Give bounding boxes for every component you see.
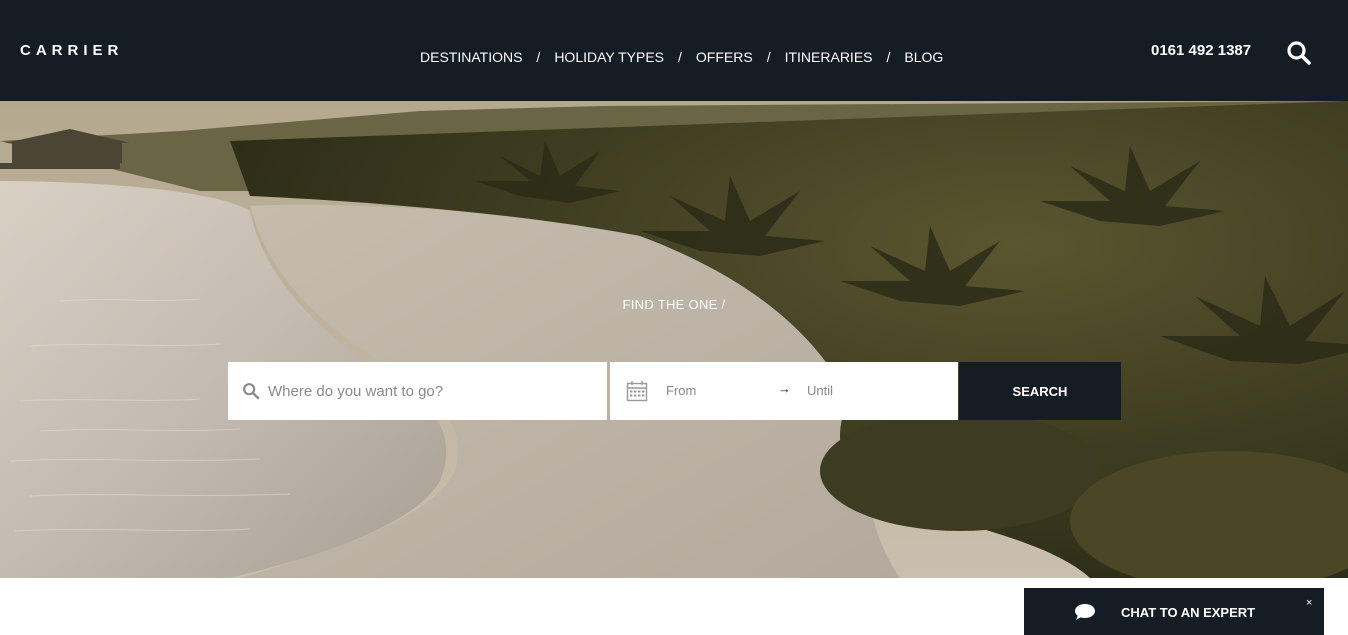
site-header: CARRIER DESTINATIONS / HOLIDAY TYPES / O…: [0, 0, 1348, 101]
search-button[interactable]: SEARCH: [959, 362, 1121, 420]
date-from-input[interactable]: From: [666, 383, 696, 398]
destination-input[interactable]: [268, 362, 598, 420]
main-nav: DESTINATIONS / HOLIDAY TYPES / OFFERS / …: [420, 47, 943, 67]
hero-beach-image: [0, 101, 1348, 578]
hero-banner: FIND THE ONE / From → Until: [0, 101, 1348, 578]
search-toggle-button[interactable]: [1286, 40, 1312, 66]
calendar-icon: [626, 381, 648, 402]
nav-item-destinations[interactable]: DESTINATIONS: [420, 49, 522, 65]
nav-separator: /: [678, 49, 682, 65]
nav-item-offers[interactable]: OFFERS: [696, 49, 753, 65]
search-bar: From → Until SEARCH: [228, 362, 1121, 420]
nav-separator: /: [886, 49, 891, 65]
nav-item-holiday-types[interactable]: HOLIDAY TYPES: [554, 49, 664, 65]
destination-field[interactable]: [228, 362, 607, 420]
nav-item-blog[interactable]: BLOG: [904, 49, 943, 65]
date-range-field[interactable]: From → Until: [610, 362, 958, 420]
chat-bubble-icon: [1075, 604, 1095, 620]
nav-separator: /: [766, 49, 771, 65]
date-until-input[interactable]: Until: [807, 383, 833, 398]
phone-number[interactable]: 0161 492 1387: [1151, 42, 1251, 59]
logo[interactable]: CARRIER: [20, 42, 123, 59]
chat-label: CHAT TO AN EXPERT: [1121, 605, 1256, 620]
nav-item-itineraries[interactable]: ITINERARIES: [785, 49, 873, 65]
nav-separator: /: [536, 49, 541, 65]
hero-eyebrow: FIND THE ONE /: [622, 297, 726, 312]
chat-widget[interactable]: CHAT TO AN EXPERT ×: [1024, 588, 1324, 635]
search-icon: [1287, 41, 1311, 65]
date-range-arrow: →: [778, 381, 791, 396]
search-icon: [243, 383, 260, 400]
close-icon[interactable]: ×: [1306, 597, 1312, 609]
